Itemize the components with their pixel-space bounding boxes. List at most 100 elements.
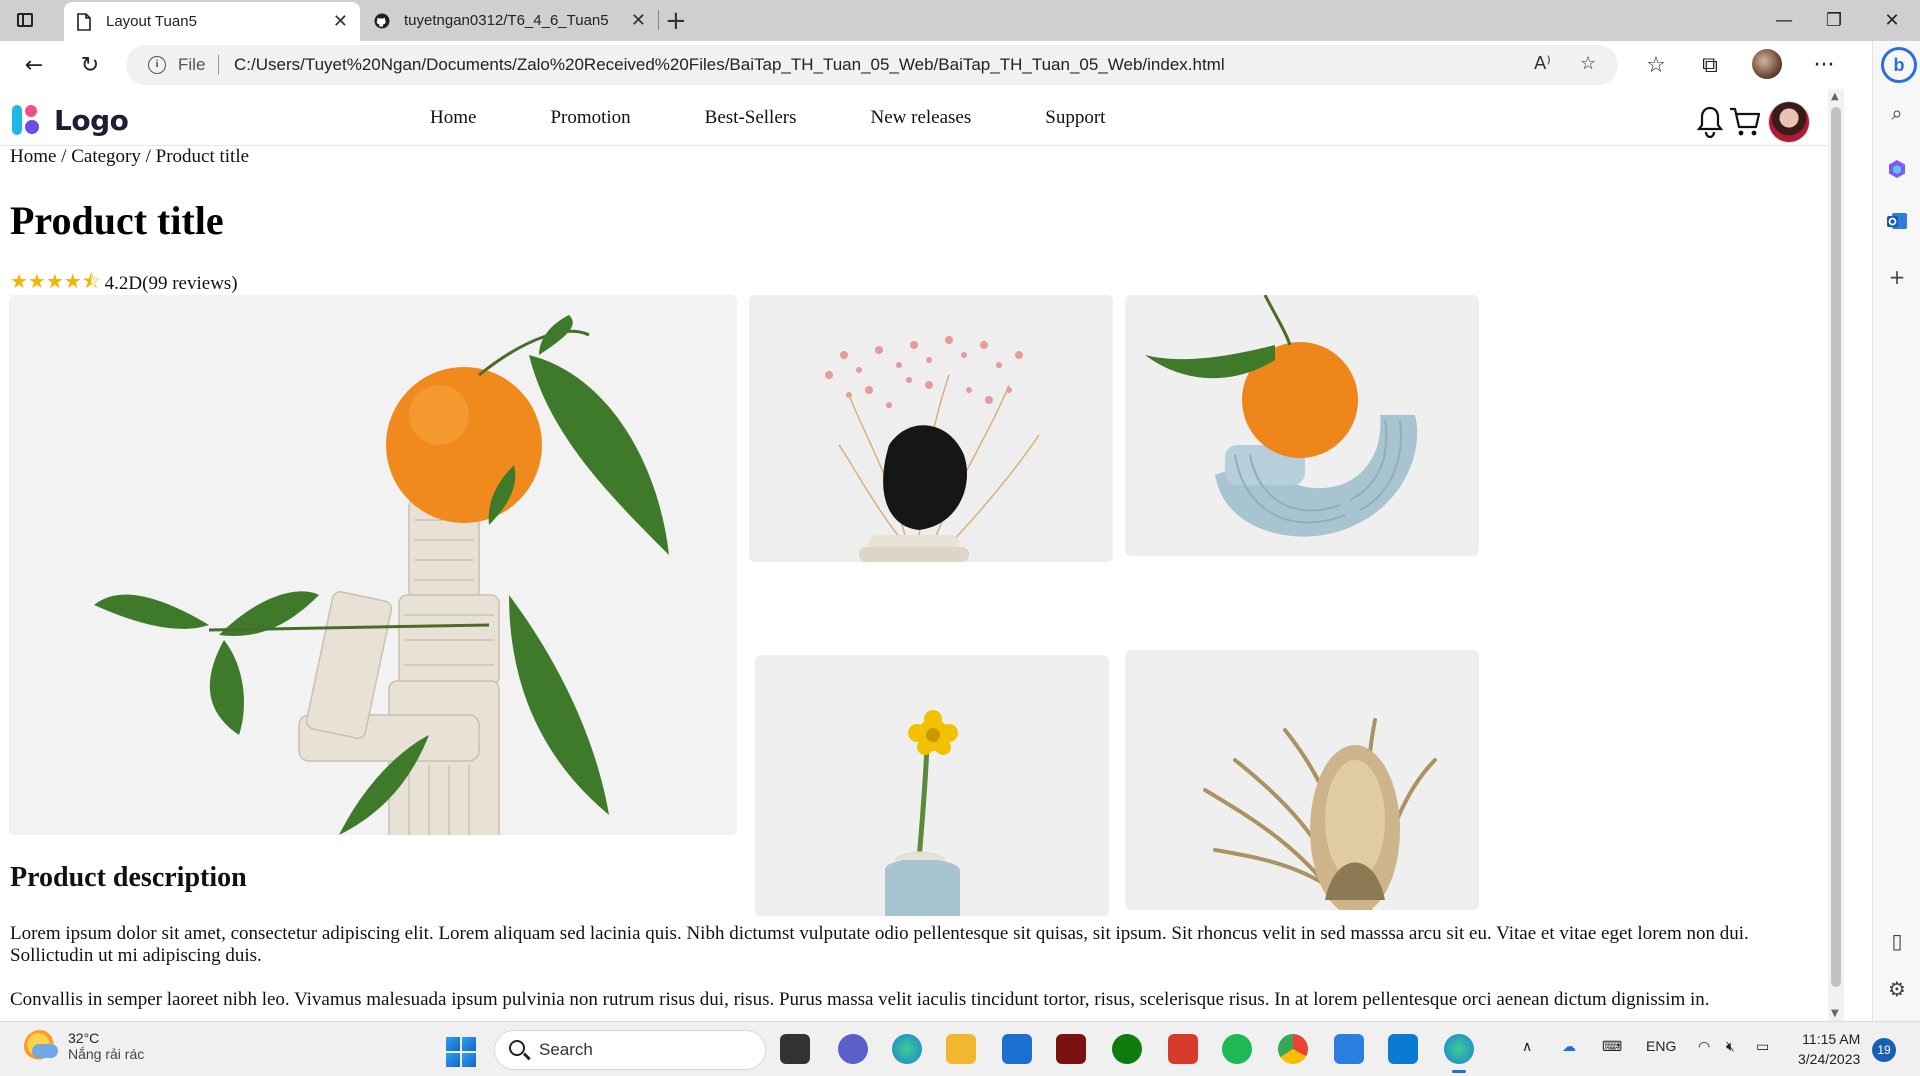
back-icon[interactable]: ← — [20, 51, 48, 79]
page-viewport: Logo Home Promotion Best-Sellers New rel… — [0, 89, 1828, 1021]
nav-promotion[interactable]: Promotion — [550, 107, 630, 129]
tab-github[interactable]: tuyetngan0312/T6_4_6_Tuan5 ✕ — [362, 0, 658, 41]
weather-widget[interactable]: 32°C Nắng rải rác — [24, 1030, 144, 1062]
weather-desc: Nắng rải rác — [68, 1046, 145, 1062]
settings-icon[interactable]: ⚙ — [1885, 977, 1909, 1001]
system-clock[interactable]: 11:15 AM 3/24/2023 — [1798, 1029, 1860, 1069]
outlook-icon[interactable] — [1885, 209, 1909, 233]
weather-icon — [24, 1030, 58, 1062]
close-window-icon[interactable]: ✕ — [1864, 0, 1920, 41]
bing-icon[interactable]: b — [1881, 47, 1917, 83]
nav-new-releases[interactable]: New releases — [871, 107, 972, 129]
more-icon[interactable]: ··· — [1810, 51, 1838, 79]
refresh-icon[interactable]: ↻ — [76, 51, 104, 79]
vscode-icon[interactable] — [1388, 1034, 1418, 1064]
start-icon[interactable] — [446, 1037, 476, 1067]
logo-text: Logo — [54, 103, 129, 137]
tab-actions-icon[interactable] — [14, 10, 36, 30]
search-icon[interactable]: ⌕ — [1885, 101, 1909, 125]
site-logo[interactable]: Logo — [12, 103, 129, 137]
browser-tab-strip: Layout Tuan5 ✕ tuyetngan0312/T6_4_6_Tuan… — [0, 0, 1920, 41]
wps-office-icon[interactable] — [1168, 1034, 1198, 1064]
keyboard-icon[interactable]: ⌨ — [1602, 1038, 1622, 1055]
edge-sidebar: b ⌕ + ▯ ⚙ — [1872, 41, 1920, 1021]
windows-taskbar: 32°C Nắng rải rác Search ∧ ☁ ⌨ ENG ◠ 🔇︎ … — [0, 1021, 1920, 1076]
user-avatar[interactable] — [1768, 101, 1810, 143]
add-icon[interactable]: + — [1885, 265, 1909, 289]
add-favorite-icon[interactable]: ☆ — [1580, 53, 1596, 74]
page-icon — [77, 12, 91, 31]
onedrive-icon[interactable]: ☁ — [1562, 1038, 1576, 1055]
new-tab-icon[interactable]: + — [665, 6, 687, 36]
weather-temp: 32°C — [68, 1030, 100, 1046]
info-icon[interactable]: i — [148, 56, 166, 74]
scrollbar-thumb[interactable] — [1831, 107, 1841, 987]
header-icons — [1696, 101, 1810, 143]
volume-mute-icon[interactable]: 🔇︎ — [1726, 1038, 1735, 1055]
bell-icon[interactable] — [1696, 105, 1724, 139]
taskbar-search-label: Search — [539, 1040, 593, 1059]
file-explorer-icon[interactable] — [946, 1034, 976, 1064]
taskbar-search[interactable]: Search — [494, 1030, 766, 1070]
description-paragraph: Convallis in semper laoreet nibh leo. Vi… — [10, 989, 1710, 1010]
tray-expand-icon[interactable]: ∧ — [1522, 1038, 1532, 1055]
product-main-image[interactable] — [9, 295, 737, 835]
search-icon — [509, 1040, 525, 1056]
app-red-icon[interactable] — [1056, 1034, 1086, 1064]
description-heading: Product description — [10, 862, 247, 893]
product-thumbnail-yellow-flower[interactable] — [755, 655, 1109, 916]
close-tab-icon[interactable]: ✕ — [333, 11, 348, 32]
product-title: Product title — [10, 198, 224, 243]
language-label[interactable]: ENG — [1646, 1038, 1676, 1054]
battery-icon[interactable]: ▭ — [1756, 1038, 1769, 1055]
tab-divider — [658, 10, 659, 30]
copilot-icon[interactable] — [1885, 157, 1909, 181]
clock-time: 11:15 AM — [1802, 1031, 1861, 1047]
favorites-icon[interactable]: ☆ — [1642, 51, 1670, 79]
tab-layout-tuan5[interactable]: Layout Tuan5 ✕ — [64, 2, 360, 41]
teams-chat-icon[interactable] — [838, 1034, 868, 1064]
task-view-icon[interactable] — [780, 1034, 810, 1064]
edge-active-icon[interactable] — [1444, 1034, 1474, 1073]
nav-home[interactable]: Home — [430, 107, 476, 129]
address-bar[interactable]: i File C:/Users/Tuyet%20Ngan/Documents/Z… — [126, 45, 1618, 85]
sidebar-toggle-icon[interactable]: ▯ — [1885, 929, 1909, 953]
notification-badge[interactable]: 19 — [1872, 1038, 1896, 1062]
minimize-icon[interactable]: — — [1756, 0, 1812, 41]
read-aloud-icon[interactable]: A⁾ — [1534, 53, 1551, 74]
paint-icon[interactable] — [1334, 1034, 1364, 1064]
main-nav: Home Promotion Best-Sellers New releases… — [430, 107, 1179, 129]
xbox-icon[interactable] — [1112, 1034, 1142, 1064]
tab-title: Layout Tuan5 — [106, 13, 197, 30]
product-thumbnail-flowers[interactable] — [749, 295, 1113, 562]
mail-icon[interactable] — [1002, 1034, 1032, 1064]
restore-icon[interactable]: ❐ — [1806, 0, 1862, 41]
spotify-icon[interactable] — [1222, 1034, 1252, 1064]
address-separator — [218, 55, 219, 75]
scheme-label: File — [178, 55, 206, 74]
rating-text: 4.2D(99 reviews) — [104, 273, 238, 294]
product-thumbnail-orange-blue[interactable] — [1125, 295, 1479, 556]
close-tab-icon[interactable]: ✕ — [631, 10, 646, 31]
tab-title: tuyetngan0312/T6_4_6_Tuan5 — [404, 12, 609, 29]
url-text[interactable]: C:/Users/Tuyet%20Ngan/Documents/Zalo%20R… — [234, 55, 1225, 75]
page-scrollbar[interactable]: ▲ ▼ — [1828, 89, 1872, 1021]
scroll-up-icon[interactable]: ▲ — [1831, 91, 1839, 102]
browser-toolbar: ← ↻ i File C:/Users/Tuyet%20Ngan/Documen… — [0, 41, 1920, 89]
wifi-icon[interactable]: ◠ — [1698, 1038, 1710, 1055]
github-icon — [374, 13, 390, 28]
breadcrumb[interactable]: Home / Category / Product title — [10, 146, 249, 168]
description-paragraph: Lorem ipsum dolor sit amet, consectetur … — [10, 923, 1749, 966]
profile-avatar[interactable] — [1752, 49, 1782, 79]
nav-support[interactable]: Support — [1045, 107, 1105, 129]
product-thumbnail-dried-flower[interactable] — [1125, 650, 1479, 910]
scroll-down-icon[interactable]: ▼ — [1831, 1008, 1839, 1019]
logo-mark-icon — [12, 103, 46, 137]
site-header: Logo Home Promotion Best-Sellers New rel… — [0, 89, 1828, 146]
clock-date: 3/24/2023 — [1798, 1051, 1861, 1067]
chrome-icon[interactable] — [1278, 1034, 1308, 1064]
nav-best-sellers[interactable]: Best-Sellers — [705, 107, 797, 129]
cart-icon[interactable] — [1728, 105, 1762, 139]
collections-icon[interactable]: ⧉ — [1696, 51, 1724, 79]
edge-icon[interactable] — [892, 1034, 922, 1064]
